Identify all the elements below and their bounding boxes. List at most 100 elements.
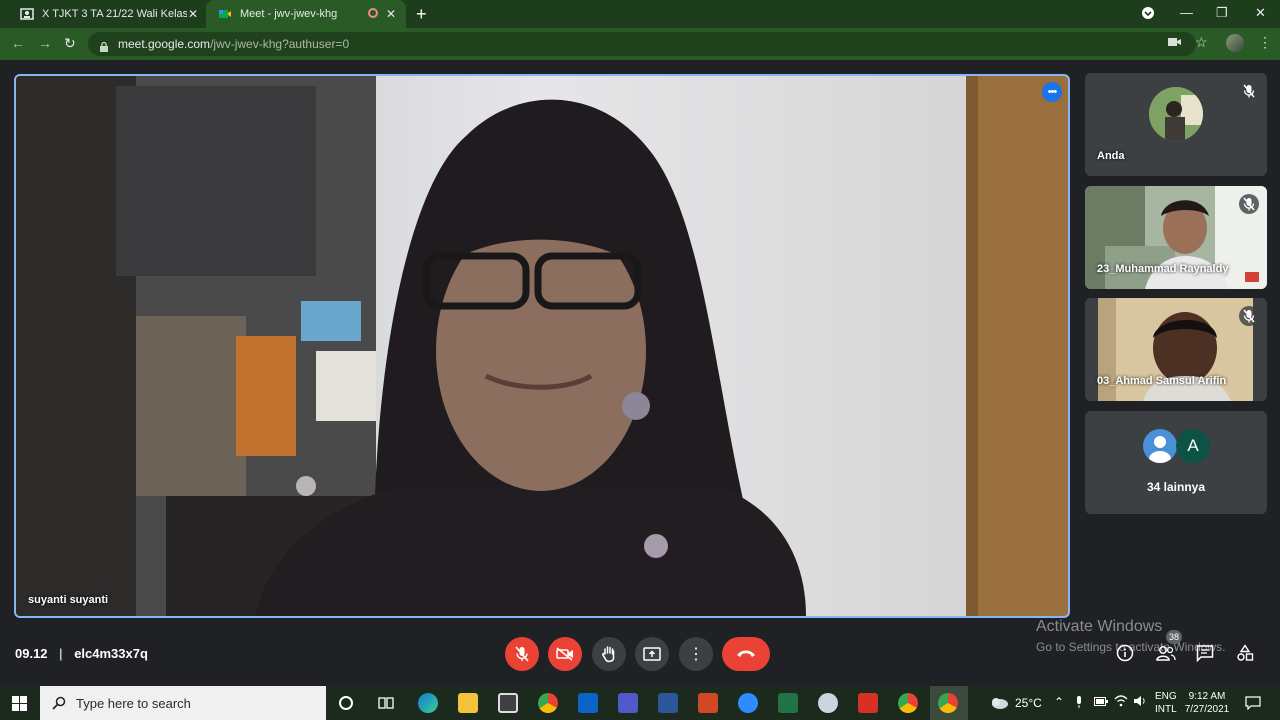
camera-feed-image xyxy=(16,76,1068,616)
divider: | xyxy=(59,646,63,661)
meeting-code: elc4m33x7q xyxy=(74,646,148,661)
participant-tile-self[interactable]: Anda xyxy=(1085,73,1267,176)
reload-icon[interactable]: ↻ xyxy=(64,35,76,52)
camera-toggle-button[interactable] xyxy=(548,637,582,671)
chrome-profile-icon[interactable] xyxy=(898,693,918,713)
clock-date: 7/27/2021 xyxy=(1184,704,1230,715)
present-screen-button[interactable] xyxy=(635,637,669,671)
keyboard-layout: INTL xyxy=(1155,704,1177,715)
lock-icon[interactable] xyxy=(100,39,108,52)
tab-class[interactable]: X TJKT 3 TA 21/22 Wali Kelas : Dr ✕ xyxy=(8,0,204,28)
people-icon xyxy=(1156,646,1176,661)
store-icon[interactable] xyxy=(498,693,518,713)
app-icon[interactable] xyxy=(818,693,838,713)
back-arrow-icon[interactable]: ← xyxy=(11,35,25,51)
minimize-icon[interactable]: — xyxy=(1180,5,1193,20)
chrome-icon[interactable] xyxy=(538,693,558,713)
tab-close-icon[interactable]: ✕ xyxy=(386,7,396,21)
present-icon xyxy=(643,647,661,661)
taskbar-search-box[interactable]: Type here to search xyxy=(40,686,326,720)
profile-avatar[interactable] xyxy=(1226,34,1244,52)
url-path: /jwv-jwev-khg?authuser=0 xyxy=(210,37,350,51)
close-window-icon[interactable]: ✕ xyxy=(1255,5,1266,21)
vertical-dots-icon: ⋮ xyxy=(688,646,704,663)
more-participants-tile[interactable]: A 34 lainnya xyxy=(1085,411,1267,514)
meeting-details-button[interactable] xyxy=(1116,644,1134,667)
participant-name: 03_Ahmad Samsul Arifin xyxy=(1097,375,1227,387)
mic-off-icon xyxy=(1239,306,1259,326)
people-button[interactable] xyxy=(1155,644,1177,667)
download-manager-icon[interactable] xyxy=(858,693,878,713)
powerpoint-icon[interactable] xyxy=(698,693,718,713)
mic-toggle-button[interactable] xyxy=(505,637,539,671)
mail-icon[interactable] xyxy=(578,693,598,713)
avatar xyxy=(1149,87,1203,141)
participant-tile[interactable]: 03_Ahmad Samsul Arifin xyxy=(1085,298,1267,401)
raise-hand-button[interactable] xyxy=(592,637,626,671)
tab-meet[interactable]: Meet - jwv-jwev-khg ✕ xyxy=(206,0,406,28)
tab-close-icon[interactable]: ✕ xyxy=(188,7,198,21)
recording-indicator-icon xyxy=(368,8,378,18)
volume-icon[interactable] xyxy=(1133,695,1147,710)
file-explorer-icon[interactable] xyxy=(458,693,478,713)
participant-tile[interactable]: 23_Muhammad Raynaldy xyxy=(1085,186,1267,289)
search-icon xyxy=(52,696,66,710)
mic-off-icon xyxy=(1239,194,1259,214)
clock[interactable]: 9:12 AM 7/27/2021 xyxy=(1184,690,1230,716)
more-options-button[interactable]: ⋮ xyxy=(679,637,713,671)
excel-icon[interactable] xyxy=(778,693,798,713)
word-icon[interactable] xyxy=(658,693,678,713)
activities-button[interactable] xyxy=(1236,644,1254,667)
camera-off-icon xyxy=(556,647,573,661)
mic-off-icon xyxy=(1239,81,1259,101)
hang-up-icon xyxy=(737,650,755,657)
teams-icon[interactable] xyxy=(618,693,638,713)
more-options-icon[interactable]: ••• xyxy=(1042,82,1062,102)
edge-icon[interactable] xyxy=(418,693,438,713)
info-icon xyxy=(1116,644,1134,662)
participant-name: Anda xyxy=(1097,150,1125,162)
camera-permission-icon[interactable] xyxy=(1168,36,1182,51)
maximize-icon[interactable]: ❐ xyxy=(1216,5,1228,21)
battery-icon[interactable] xyxy=(1094,697,1108,709)
chat-icon xyxy=(1196,645,1214,663)
microphone-tray-icon[interactable] xyxy=(1075,696,1083,711)
meeting-time: 09.12 xyxy=(15,646,48,661)
temperature[interactable]: 25°C xyxy=(1015,696,1042,710)
wifi-icon[interactable] xyxy=(1114,695,1128,710)
meeting-info: 09.12 | elc4m33x7q xyxy=(15,646,148,661)
watermark-title: Activate Windows xyxy=(1036,618,1163,635)
bookmark-star-icon[interactable]: ☆ xyxy=(1195,34,1208,51)
task-view-icon[interactable] xyxy=(378,695,394,716)
windows-start-icon[interactable] xyxy=(12,696,27,716)
tab-title: Meet - jwv-jwev-khg xyxy=(240,8,338,20)
tab-title: X TJKT 3 TA 21/22 Wali Kelas : Dr xyxy=(42,8,187,20)
url-host: meet.google.com xyxy=(118,37,211,51)
notifications-icon[interactable] xyxy=(1245,696,1261,713)
clock-time: 9:12 AM xyxy=(1188,691,1226,702)
person-avatar-icon xyxy=(1143,429,1177,463)
main-participant-name: suyanti suyanti xyxy=(28,594,109,606)
mic-off-icon xyxy=(515,646,529,662)
cortana-icon[interactable] xyxy=(339,696,353,710)
chat-button[interactable] xyxy=(1196,644,1214,667)
tray-chevron-icon[interactable]: ⌃ xyxy=(1054,695,1064,709)
main-video-tile[interactable]: ••• suyanti suyanti xyxy=(14,74,1070,618)
input-language[interactable]: ENG INTL xyxy=(1155,690,1177,716)
weather-cloud-icon[interactable] xyxy=(989,696,1009,715)
more-participants-label: 34 lainnya xyxy=(1146,480,1206,494)
meet-favicon-icon xyxy=(218,7,232,21)
new-tab-icon[interactable]: + xyxy=(416,4,427,24)
search-placeholder: Type here to search xyxy=(76,695,191,711)
leave-call-button[interactable] xyxy=(722,637,770,671)
participant-count-badge: 38 xyxy=(1166,630,1182,644)
forward-arrow-icon[interactable]: → xyxy=(38,35,52,51)
participant-name: 23_Muhammad Raynaldy xyxy=(1097,263,1229,275)
hand-icon xyxy=(602,646,615,663)
shapes-icon xyxy=(1237,644,1254,661)
url-text[interactable]: meet.google.com/jwv-jwev-khg?authuser=0 xyxy=(118,37,349,51)
profile-menu-icon[interactable] xyxy=(1142,7,1154,19)
chrome-active-icon[interactable] xyxy=(938,693,958,713)
zoom-icon[interactable] xyxy=(738,693,758,713)
chrome-menu-icon[interactable]: ⋮ xyxy=(1258,34,1272,51)
